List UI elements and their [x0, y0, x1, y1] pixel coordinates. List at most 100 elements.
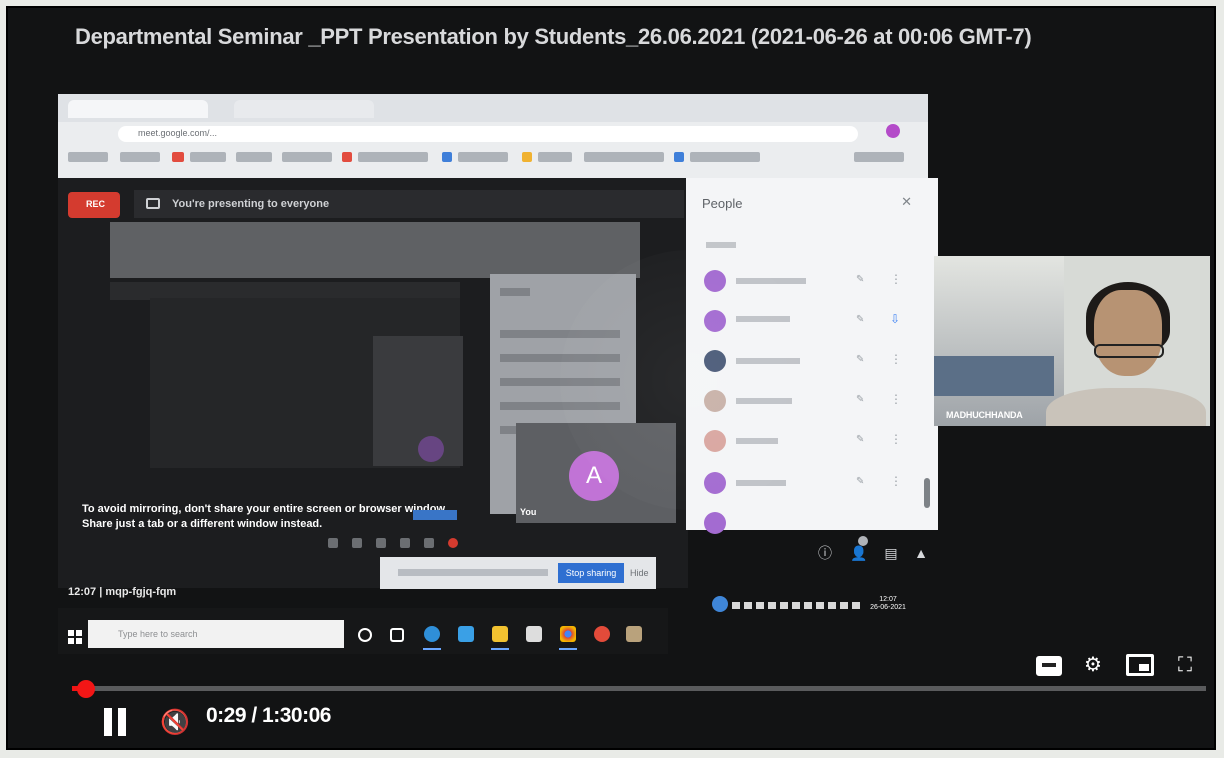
progress-bar[interactable]	[88, 686, 1206, 691]
exit-fullscreen-icon[interactable]: ⛶	[1168, 648, 1202, 682]
browser-tab	[234, 100, 374, 118]
bookmark	[690, 152, 760, 162]
system-tray: 12:07 26-06-2021	[708, 592, 948, 618]
windows-taskbar: Type here to search	[58, 608, 668, 654]
mirror-dismiss-button[interactable]	[413, 510, 457, 520]
in-call-section	[706, 242, 736, 248]
participant-row[interactable]: ✎ ⋮	[700, 426, 930, 456]
participant-avatar	[704, 270, 726, 292]
time-display: 0:29 / 1:30:06	[206, 704, 331, 727]
mic-off-icon: ✎	[856, 354, 865, 365]
miniplayer-icon[interactable]	[1126, 654, 1154, 676]
participant-row[interactable]: ✎ ⇩	[700, 306, 930, 336]
running-indicator	[559, 648, 577, 650]
app-icon[interactable]	[594, 626, 610, 642]
self-label: You	[520, 507, 537, 517]
search-placeholder: Type here to search	[118, 629, 198, 639]
participant-avatar	[704, 472, 726, 494]
participant-name	[736, 480, 786, 486]
chrome-tray-icon[interactable]	[712, 596, 728, 612]
close-icon[interactable]: ✕	[901, 194, 912, 210]
participant-avatar	[704, 430, 726, 452]
hide-button[interactable]: Hide	[630, 563, 654, 583]
participant-row[interactable]: ✎ ⋮	[700, 266, 930, 296]
info-icon[interactable]: ⓘ	[816, 544, 834, 562]
file-explorer-icon[interactable]	[492, 626, 508, 642]
bookmark	[190, 152, 226, 162]
address-text: meet.google.com/...	[138, 128, 218, 138]
mirrored-row	[500, 354, 620, 362]
settings-gear-icon[interactable]: ⚙	[1076, 648, 1110, 682]
control-icon	[424, 538, 434, 548]
clock-date: 26-06-2021	[870, 604, 906, 611]
sharing-bar: Stop sharing Hide	[380, 557, 656, 589]
dropbox-icon[interactable]	[526, 626, 542, 642]
meeting-code: 12:07 | mqp-fgjq-fqm	[68, 586, 177, 598]
mirrored-row	[500, 378, 620, 386]
stop-sharing-button[interactable]: Stop sharing	[558, 563, 624, 583]
participant-name	[736, 398, 792, 404]
bookmark	[538, 152, 572, 162]
people-scrollbar[interactable]	[924, 478, 930, 508]
participant-row[interactable]: ✎ ⋮	[700, 386, 930, 416]
more-icon[interactable]: ⋮	[890, 474, 902, 488]
bookmark	[120, 152, 160, 162]
muted-volume-icon[interactable]: 🔇	[160, 708, 190, 737]
participant-avatar	[704, 390, 726, 412]
participant-row[interactable]	[700, 508, 930, 538]
running-indicator	[491, 648, 509, 650]
people-panel: People ✕ ✎ ⋮ ✎ ⇩ ✎ ⋮ ✎ ⋮ ✎ ⋮ ✎ ⋮	[686, 178, 938, 534]
photos-icon[interactable]	[626, 626, 642, 642]
windows-start-icon[interactable]	[68, 630, 82, 644]
video-title: Departmental Seminar _PPT Presentation b…	[75, 24, 1032, 49]
sharing-text	[398, 569, 548, 576]
bookmark-icon	[442, 152, 452, 162]
pin-icon[interactable]: ⇩	[890, 312, 900, 326]
store-icon[interactable]	[458, 626, 474, 642]
webcam-tile: MADHUCHHANDA	[934, 256, 1210, 426]
participant-row[interactable]: ✎ ⋮	[700, 346, 930, 376]
recording-badge: REC	[68, 192, 120, 218]
tray-clock[interactable]: 12:07 26-06-2021	[870, 596, 906, 612]
mic-off-icon: ✎	[856, 274, 865, 285]
self-view-tile[interactable]: A You	[516, 423, 676, 523]
presenter-glasses	[1094, 344, 1164, 358]
bookmarks-bar	[68, 150, 918, 168]
task-view-icon[interactable]	[390, 628, 404, 642]
mic-off-icon: ✎	[856, 434, 865, 445]
bookmark-icon	[172, 152, 184, 162]
more-icon[interactable]: ⋮	[890, 352, 902, 366]
taskbar-search-input[interactable]: Type here to search	[88, 620, 344, 648]
people-count-badge	[858, 536, 868, 546]
pause-button[interactable]	[104, 708, 130, 738]
presenting-text: You're presenting to everyone	[172, 198, 330, 210]
more-icon[interactable]: ⋮	[890, 272, 902, 286]
cortana-icon[interactable]	[358, 628, 372, 642]
address-bar: meet.google.com/...	[118, 126, 858, 142]
edge-icon[interactable]	[424, 626, 440, 642]
participant-name	[736, 278, 806, 284]
mirrored-row	[500, 330, 620, 338]
subtitles-icon[interactable]	[1036, 656, 1062, 676]
chrome-icon[interactable]	[560, 626, 576, 642]
profile-avatar	[886, 124, 900, 138]
activities-icon[interactable]: ▲	[912, 544, 930, 562]
tray-icons	[732, 602, 862, 609]
participant-avatar	[704, 512, 726, 534]
scrubber-handle[interactable]	[77, 680, 95, 698]
participant-avatar	[704, 350, 726, 372]
mirrored-controls	[128, 534, 628, 554]
participant-avatar	[704, 310, 726, 332]
meet-side-controls: ⓘ 👤 ▤ ▲	[810, 536, 940, 572]
more-icon[interactable]: ⋮	[890, 432, 902, 446]
duration: 1:30:06	[262, 704, 331, 727]
chat-icon[interactable]: ▤	[882, 544, 900, 562]
participant-name	[736, 316, 790, 322]
participant-row[interactable]: ✎ ⋮	[700, 468, 930, 498]
control-icon	[400, 538, 410, 548]
control-icon	[352, 538, 362, 548]
more-icon[interactable]: ⋮	[890, 392, 902, 406]
mic-off-icon: ✎	[856, 476, 865, 487]
background-shelf	[934, 256, 1064, 426]
people-icon[interactable]: 👤	[850, 544, 868, 562]
